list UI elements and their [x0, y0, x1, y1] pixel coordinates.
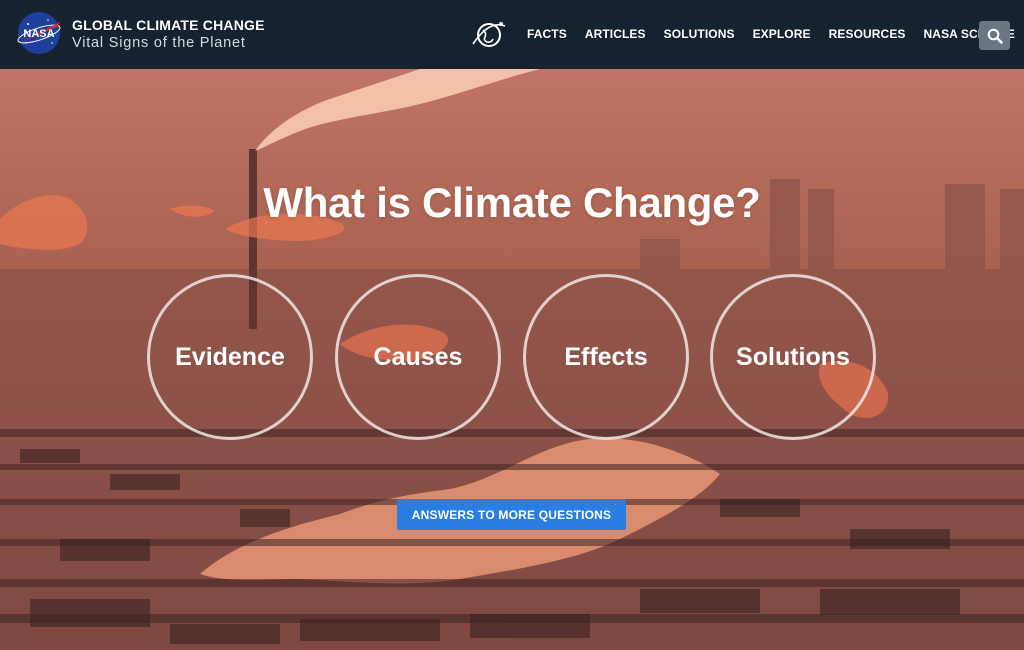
nav-solutions[interactable]: SOLUTIONS: [664, 27, 735, 41]
site-subtitle: Vital Signs of the Planet: [72, 35, 246, 51]
nav-explore[interactable]: EXPLORE: [753, 27, 811, 41]
more-questions-button[interactable]: ANSWERS TO MORE QUESTIONS: [397, 499, 626, 530]
hero-title: What is Climate Change?: [263, 179, 761, 226]
search-icon: [987, 28, 1003, 44]
solutions-link[interactable]: Solutions: [710, 274, 876, 440]
nav-facts[interactable]: FACTS: [527, 27, 567, 41]
effects-link[interactable]: Effects: [523, 274, 689, 440]
nasa-logo[interactable]: NASA: [14, 10, 66, 56]
evidence-link[interactable]: Evidence: [147, 274, 313, 440]
nav-articles[interactable]: ARTICLES: [585, 27, 646, 41]
site-header: NASA GLOBAL CLIMATE CHANGE Vital Signs o…: [0, 0, 1024, 69]
svg-text:NASA: NASA: [23, 28, 54, 40]
climate-globe-icon[interactable]: [470, 18, 508, 52]
causes-link[interactable]: Causes: [335, 274, 501, 440]
hero-section: What is Climate Change? Evidence Causes …: [0, 69, 1024, 650]
site-title: GLOBAL CLIMATE CHANGE: [72, 17, 265, 33]
main-nav: FACTS ARTICLES SOLUTIONS EXPLORE RESOURC…: [527, 27, 1024, 41]
nav-resources[interactable]: RESOURCES: [829, 27, 906, 41]
site-brand[interactable]: GLOBAL CLIMATE CHANGE Vital Signs of the…: [72, 16, 265, 52]
search-button[interactable]: [979, 21, 1010, 50]
